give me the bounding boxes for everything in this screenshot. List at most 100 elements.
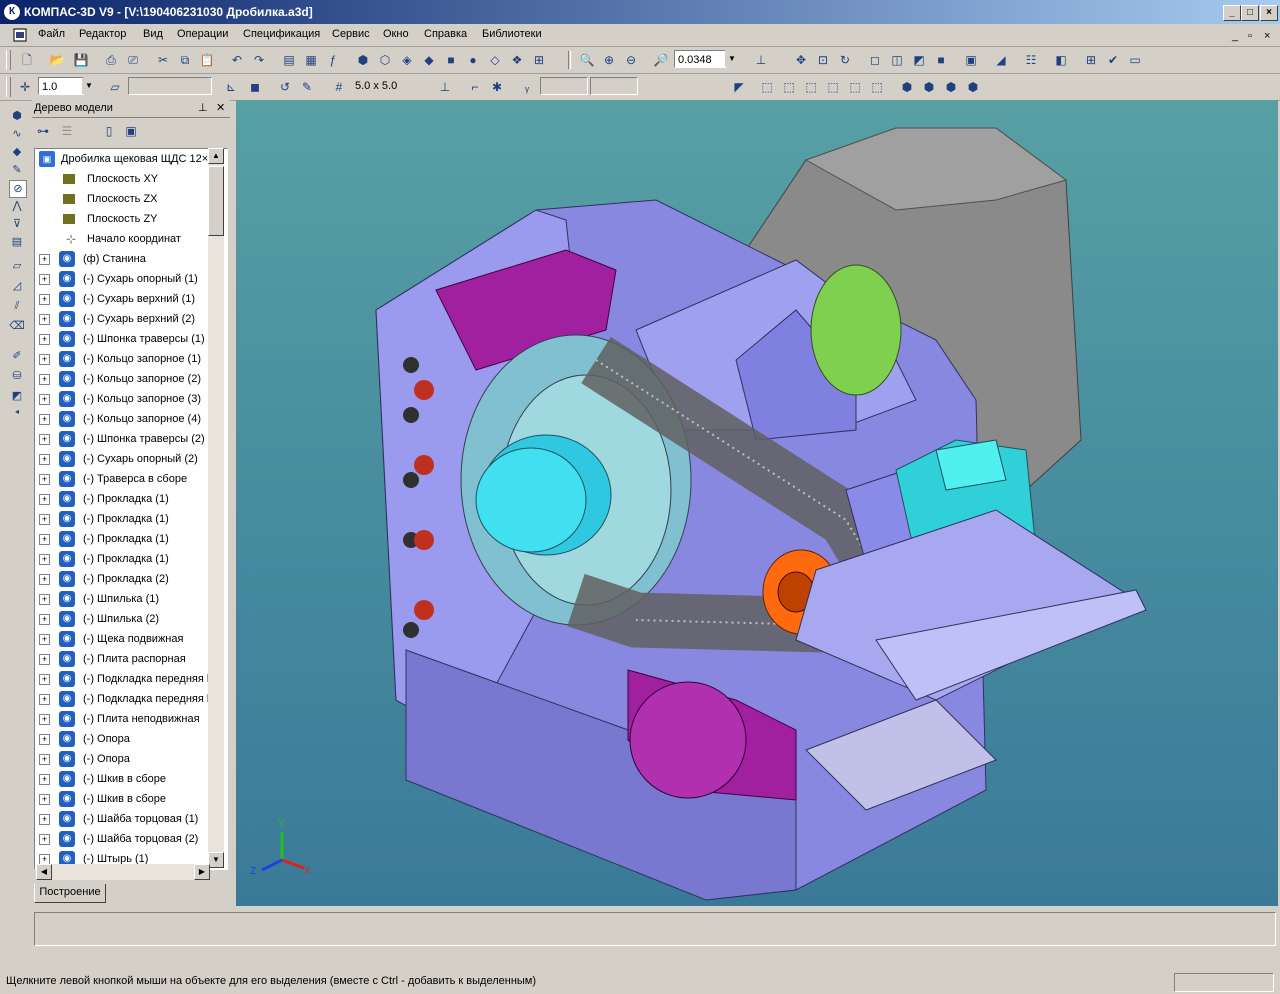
view-dimetric-icon[interactable]: ⬢	[920, 78, 938, 96]
properties-icon[interactable]: ▤	[280, 51, 298, 69]
coordinates-icon[interactable]: ᵧ	[518, 78, 536, 96]
grid-step-field[interactable]: 5.0 x 5.0	[352, 77, 422, 95]
expand-icon[interactable]: +	[39, 394, 50, 405]
expand-icon[interactable]: +	[39, 314, 50, 325]
expand-icon[interactable]: +	[39, 254, 50, 265]
menu-help[interactable]: Справка	[424, 28, 467, 40]
expand-icon[interactable]: +	[39, 514, 50, 525]
view-normal-icon[interactable]: ⬢	[964, 78, 982, 96]
zoom-in-icon[interactable]: ⊕	[600, 51, 618, 69]
view-front-icon[interactable]: ⬚	[758, 78, 776, 96]
expand-icon[interactable]: +	[39, 554, 50, 565]
angle-icon[interactable]: ✎	[298, 78, 316, 96]
parametric-icon[interactable]: ⌐	[466, 78, 484, 96]
redo-icon[interactable]: ↷	[250, 51, 268, 69]
tree-filter-icon[interactable]: ▣	[122, 122, 140, 140]
rotate-component-icon[interactable]: ●	[464, 51, 482, 69]
auto-snap-icon[interactable]: ✱	[488, 78, 506, 96]
expand-icon[interactable]: +	[39, 734, 50, 745]
expand-icon[interactable]: +	[39, 634, 50, 645]
tree-vscrollbar[interactable]: ▲ ▼	[208, 148, 224, 868]
expand-icon[interactable]: +	[39, 834, 50, 845]
menu-libraries[interactable]: Библиотеки	[482, 28, 542, 40]
print-preview-icon[interactable]: ⎚	[124, 51, 142, 69]
layer-icon[interactable]: ▱	[106, 78, 124, 96]
menu-window[interactable]: Окно	[383, 28, 409, 40]
expand-icon[interactable]: +	[39, 374, 50, 385]
open-folder-icon[interactable]: 📂	[48, 51, 66, 69]
print-icon[interactable]: ⎙	[102, 51, 120, 69]
plane-offset-icon[interactable]: ◿	[9, 278, 25, 294]
more-arrow-icon[interactable]: ◂	[9, 404, 25, 420]
doc-close-button[interactable]: ×	[1264, 30, 1270, 42]
tree-order-icon[interactable]: ☰	[58, 122, 76, 140]
new-document-icon[interactable]: 🗋	[18, 51, 36, 69]
hidden-lines-icon[interactable]: ◫	[888, 51, 906, 69]
shaded-icon[interactable]: ■	[932, 51, 950, 69]
perspective-icon[interactable]: ◢	[992, 51, 1010, 69]
expand-icon[interactable]: +	[39, 714, 50, 725]
view-left-icon[interactable]: ⬚	[802, 78, 820, 96]
expand-icon[interactable]: +	[39, 694, 50, 705]
pan-icon[interactable]: ✥	[792, 51, 810, 69]
scroll-down-button[interactable]: ▼	[208, 852, 224, 868]
sketch-icon[interactable]: ⋀	[9, 198, 25, 214]
menu-operations[interactable]: Операции	[177, 28, 228, 40]
hidden-thin-icon[interactable]: ◩	[910, 51, 928, 69]
array-icon[interactable]: ⊞	[530, 51, 548, 69]
zoom-out-icon[interactable]: ⊖	[622, 51, 640, 69]
plane-icon[interactable]: ▱	[9, 258, 25, 274]
tab-construction[interactable]: Построение	[34, 884, 106, 903]
section-tool-icon[interactable]: ◩	[9, 388, 25, 404]
collision-icon[interactable]: ◇	[486, 51, 504, 69]
scroll-thumb[interactable]	[208, 166, 224, 236]
expand-icon[interactable]: +	[39, 754, 50, 765]
model-render[interactable]	[236, 100, 1278, 906]
pin-icon[interactable]: ⊥	[198, 101, 208, 114]
expand-icon[interactable]: +	[39, 494, 50, 505]
library-icon[interactable]: ❖	[508, 51, 526, 69]
filter-icon[interactable]: ⊽	[9, 216, 25, 232]
expand-icon[interactable]: +	[39, 474, 50, 485]
wireframe-icon[interactable]: ◻	[866, 51, 884, 69]
insert-component-icon[interactable]: ⬢	[354, 51, 372, 69]
snap-icon[interactable]: ✛	[16, 78, 34, 96]
orientation-icon[interactable]: ⊥	[752, 51, 770, 69]
paste-icon[interactable]: 📋	[198, 51, 216, 69]
copy-icon[interactable]: ⧉	[176, 51, 194, 69]
view-bottom-icon[interactable]: ⬚	[868, 78, 886, 96]
scroll-up-button[interactable]: ▲	[208, 148, 224, 164]
maximize-button[interactable]: □	[1241, 5, 1259, 21]
zoom-dropdown[interactable]: ▼	[725, 51, 739, 67]
save-icon[interactable]: 💾	[72, 51, 90, 69]
expand-icon[interactable]: +	[39, 274, 50, 285]
view-iso-icon[interactable]: ⬢	[898, 78, 916, 96]
minimize-button[interactable]: _	[1223, 5, 1241, 21]
expand-icon[interactable]: +	[39, 794, 50, 805]
view-trimetric-icon[interactable]: ⬢	[942, 78, 960, 96]
scale-dropdown[interactable]: ▼	[82, 78, 96, 94]
expand-icon[interactable]: +	[39, 814, 50, 825]
toolbar-grip[interactable]	[6, 50, 11, 70]
scale-field[interactable]: 1.0	[38, 77, 84, 95]
edit-details-icon[interactable]: ⬢	[9, 108, 25, 124]
doc-restore-button[interactable]: ▫	[1248, 30, 1252, 42]
toolbar-grip-2[interactable]	[6, 77, 11, 97]
menu-edit[interactable]: Редактор	[79, 28, 126, 40]
view-orient-icon[interactable]: ◤	[730, 78, 748, 96]
surfaces-icon[interactable]: ◆	[9, 144, 25, 160]
menu-specification[interactable]: Спецификация	[243, 28, 320, 40]
tree-details-icon[interactable]: ▯	[100, 122, 118, 140]
undo-icon[interactable]: ↶	[228, 51, 246, 69]
measure-icon[interactable]: ⊞	[1082, 51, 1100, 69]
expand-icon[interactable]: +	[39, 574, 50, 585]
standard-part-icon[interactable]: ◈	[398, 51, 416, 69]
expand-icon[interactable]: +	[39, 654, 50, 665]
report-icon[interactable]: ▤	[9, 234, 25, 250]
view-back-icon[interactable]: ⬚	[780, 78, 798, 96]
expand-icon[interactable]: +	[39, 534, 50, 545]
doc-minimize-button[interactable]: _	[1232, 30, 1238, 42]
cut-icon[interactable]: ✂	[154, 51, 172, 69]
expand-icon[interactable]: +	[39, 674, 50, 685]
menu-service[interactable]: Сервис	[332, 28, 370, 40]
